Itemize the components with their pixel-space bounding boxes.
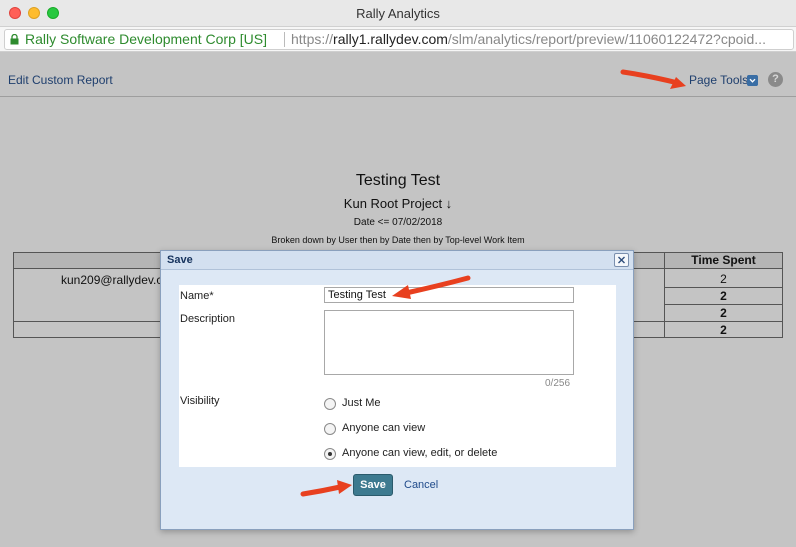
- name-label: Name*: [180, 290, 214, 302]
- save-button[interactable]: Save: [353, 474, 393, 496]
- chevron-down-icon[interactable]: [747, 75, 758, 86]
- time-spent-value: 2: [720, 272, 727, 286]
- user-cell: kun209@rallydev.c: [61, 273, 163, 287]
- time-spent-total: 2: [720, 323, 727, 337]
- description-label: Description: [180, 313, 236, 325]
- visibility-option-label[interactable]: Just Me: [342, 397, 381, 409]
- window-title: Rally Analytics: [356, 6, 440, 21]
- dialog-header: Save: [161, 251, 633, 270]
- close-icon[interactable]: [614, 253, 629, 267]
- cancel-link[interactable]: Cancel: [404, 479, 438, 491]
- certificate-organization: Rally Software Development Corp [US]: [25, 31, 267, 47]
- visibility-option-label[interactable]: Anyone can view, edit, or delete: [342, 447, 497, 459]
- report-title: Testing Test: [355, 172, 441, 189]
- window-titlebar: Rally Analytics: [0, 0, 796, 27]
- annotation-arrow-page-tools: [620, 69, 686, 89]
- report-date-filter: Date <= 07/02/2018: [353, 217, 443, 228]
- time-spent-subtotal: 2: [720, 289, 727, 303]
- lock-icon: [10, 34, 19, 45]
- visibility-option-label[interactable]: Anyone can view: [342, 422, 425, 434]
- annotation-arrow-name-field: [392, 275, 471, 299]
- time-spent-header: Time Spent: [664, 253, 782, 269]
- dialog-form: Name* Description 0/256 Visibility Just …: [179, 285, 616, 467]
- report-project[interactable]: Kun Root Project ↓: [0, 196, 796, 211]
- description-textarea[interactable]: [324, 310, 574, 375]
- row-divider: [664, 304, 782, 305]
- description-char-counter: 0/256: [545, 378, 571, 389]
- row-divider: [664, 287, 782, 288]
- url-text: https://rally1.rallydev.com/slm/analytic…: [291, 31, 766, 47]
- url-divider: [284, 32, 285, 47]
- visibility-radio-anyone-edit[interactable]: [324, 448, 336, 460]
- help-icon[interactable]: ?: [768, 72, 783, 87]
- address-bar: Rally Software Development Corp [US] htt…: [0, 27, 796, 52]
- annotation-arrow-save-button: [300, 480, 352, 497]
- report-breakdown: Broken down by User then by Date then by…: [271, 235, 525, 245]
- url-field[interactable]: Rally Software Development Corp [US] htt…: [4, 29, 794, 50]
- page-tools-link[interactable]: Page Tools: [689, 73, 748, 87]
- edit-custom-report-link[interactable]: Edit Custom Report: [8, 73, 113, 87]
- visibility-label: Visibility: [180, 395, 220, 407]
- visibility-radio-anyone-view[interactable]: [324, 423, 336, 435]
- visibility-radio-just-me[interactable]: [324, 398, 336, 410]
- dialog-title: Save: [167, 254, 193, 266]
- time-spent-subtotal: 2: [720, 306, 727, 320]
